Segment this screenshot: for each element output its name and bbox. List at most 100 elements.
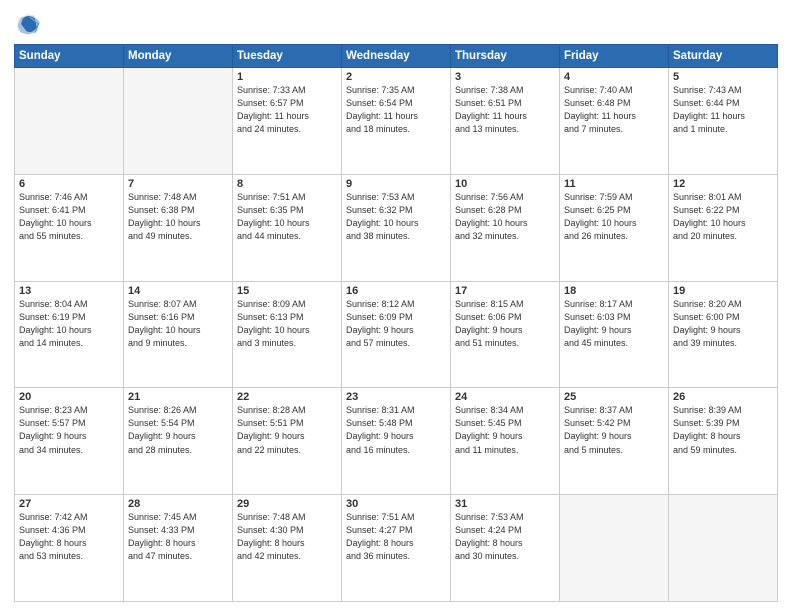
day-number: 5 (673, 71, 773, 83)
calendar-cell: 17Sunrise: 8:15 AM Sunset: 6:06 PM Dayli… (451, 281, 560, 388)
calendar-cell: 9Sunrise: 7:53 AM Sunset: 6:32 PM Daylig… (342, 174, 451, 281)
weekday-header-wednesday: Wednesday (342, 45, 451, 68)
calendar-cell: 1Sunrise: 7:33 AM Sunset: 6:57 PM Daylig… (233, 68, 342, 175)
day-number: 24 (455, 391, 555, 403)
day-number: 25 (564, 391, 664, 403)
calendar-cell (124, 68, 233, 175)
day-number: 27 (19, 498, 119, 510)
day-number: 9 (346, 178, 446, 190)
weekday-header-row: SundayMondayTuesdayWednesdayThursdayFrid… (15, 45, 778, 68)
day-number: 1 (237, 71, 337, 83)
day-number: 7 (128, 178, 228, 190)
day-detail: Sunrise: 8:23 AM Sunset: 5:57 PM Dayligh… (19, 404, 119, 456)
logo (14, 10, 46, 38)
day-detail: Sunrise: 8:17 AM Sunset: 6:03 PM Dayligh… (564, 298, 664, 350)
day-number: 18 (564, 285, 664, 297)
day-detail: Sunrise: 7:51 AM Sunset: 4:27 PM Dayligh… (346, 511, 446, 563)
day-detail: Sunrise: 7:42 AM Sunset: 4:36 PM Dayligh… (19, 511, 119, 563)
calendar-table: SundayMondayTuesdayWednesdayThursdayFrid… (14, 44, 778, 602)
day-detail: Sunrise: 7:46 AM Sunset: 6:41 PM Dayligh… (19, 191, 119, 243)
day-detail: Sunrise: 7:48 AM Sunset: 4:30 PM Dayligh… (237, 511, 337, 563)
day-number: 13 (19, 285, 119, 297)
day-detail: Sunrise: 8:26 AM Sunset: 5:54 PM Dayligh… (128, 404, 228, 456)
day-detail: Sunrise: 7:38 AM Sunset: 6:51 PM Dayligh… (455, 84, 555, 136)
calendar-cell: 10Sunrise: 7:56 AM Sunset: 6:28 PM Dayli… (451, 174, 560, 281)
calendar-week-3: 13Sunrise: 8:04 AM Sunset: 6:19 PM Dayli… (15, 281, 778, 388)
day-detail: Sunrise: 8:07 AM Sunset: 6:16 PM Dayligh… (128, 298, 228, 350)
calendar-cell: 24Sunrise: 8:34 AM Sunset: 5:45 PM Dayli… (451, 388, 560, 495)
day-detail: Sunrise: 7:40 AM Sunset: 6:48 PM Dayligh… (564, 84, 664, 136)
calendar-cell: 3Sunrise: 7:38 AM Sunset: 6:51 PM Daylig… (451, 68, 560, 175)
calendar-cell: 15Sunrise: 8:09 AM Sunset: 6:13 PM Dayli… (233, 281, 342, 388)
calendar-cell: 27Sunrise: 7:42 AM Sunset: 4:36 PM Dayli… (15, 495, 124, 602)
day-detail: Sunrise: 7:56 AM Sunset: 6:28 PM Dayligh… (455, 191, 555, 243)
weekday-header-sunday: Sunday (15, 45, 124, 68)
day-detail: Sunrise: 8:39 AM Sunset: 5:39 PM Dayligh… (673, 404, 773, 456)
day-detail: Sunrise: 7:53 AM Sunset: 6:32 PM Dayligh… (346, 191, 446, 243)
day-detail: Sunrise: 8:09 AM Sunset: 6:13 PM Dayligh… (237, 298, 337, 350)
day-number: 12 (673, 178, 773, 190)
day-number: 8 (237, 178, 337, 190)
calendar-cell: 7Sunrise: 7:48 AM Sunset: 6:38 PM Daylig… (124, 174, 233, 281)
day-detail: Sunrise: 8:34 AM Sunset: 5:45 PM Dayligh… (455, 404, 555, 456)
day-detail: Sunrise: 7:48 AM Sunset: 6:38 PM Dayligh… (128, 191, 228, 243)
calendar-cell (560, 495, 669, 602)
calendar-cell: 12Sunrise: 8:01 AM Sunset: 6:22 PM Dayli… (669, 174, 778, 281)
calendar-cell: 26Sunrise: 8:39 AM Sunset: 5:39 PM Dayli… (669, 388, 778, 495)
day-number: 3 (455, 71, 555, 83)
day-detail: Sunrise: 7:45 AM Sunset: 4:33 PM Dayligh… (128, 511, 228, 563)
day-detail: Sunrise: 7:43 AM Sunset: 6:44 PM Dayligh… (673, 84, 773, 136)
calendar-cell: 21Sunrise: 8:26 AM Sunset: 5:54 PM Dayli… (124, 388, 233, 495)
calendar-cell: 6Sunrise: 7:46 AM Sunset: 6:41 PM Daylig… (15, 174, 124, 281)
calendar-cell: 19Sunrise: 8:20 AM Sunset: 6:00 PM Dayli… (669, 281, 778, 388)
day-number: 20 (19, 391, 119, 403)
day-number: 17 (455, 285, 555, 297)
day-number: 19 (673, 285, 773, 297)
day-detail: Sunrise: 8:01 AM Sunset: 6:22 PM Dayligh… (673, 191, 773, 243)
calendar-cell: 31Sunrise: 7:53 AM Sunset: 4:24 PM Dayli… (451, 495, 560, 602)
day-detail: Sunrise: 8:31 AM Sunset: 5:48 PM Dayligh… (346, 404, 446, 456)
day-number: 31 (455, 498, 555, 510)
calendar-week-4: 20Sunrise: 8:23 AM Sunset: 5:57 PM Dayli… (15, 388, 778, 495)
calendar-cell: 18Sunrise: 8:17 AM Sunset: 6:03 PM Dayli… (560, 281, 669, 388)
weekday-header-tuesday: Tuesday (233, 45, 342, 68)
logo-icon (14, 10, 42, 38)
calendar-cell: 8Sunrise: 7:51 AM Sunset: 6:35 PM Daylig… (233, 174, 342, 281)
day-detail: Sunrise: 8:37 AM Sunset: 5:42 PM Dayligh… (564, 404, 664, 456)
weekday-header-saturday: Saturday (669, 45, 778, 68)
day-detail: Sunrise: 8:15 AM Sunset: 6:06 PM Dayligh… (455, 298, 555, 350)
calendar-week-1: 1Sunrise: 7:33 AM Sunset: 6:57 PM Daylig… (15, 68, 778, 175)
day-number: 23 (346, 391, 446, 403)
day-detail: Sunrise: 8:12 AM Sunset: 6:09 PM Dayligh… (346, 298, 446, 350)
calendar-week-5: 27Sunrise: 7:42 AM Sunset: 4:36 PM Dayli… (15, 495, 778, 602)
day-number: 15 (237, 285, 337, 297)
day-detail: Sunrise: 8:04 AM Sunset: 6:19 PM Dayligh… (19, 298, 119, 350)
calendar-cell: 16Sunrise: 8:12 AM Sunset: 6:09 PM Dayli… (342, 281, 451, 388)
calendar-cell: 28Sunrise: 7:45 AM Sunset: 4:33 PM Dayli… (124, 495, 233, 602)
day-number: 16 (346, 285, 446, 297)
calendar-cell: 30Sunrise: 7:51 AM Sunset: 4:27 PM Dayli… (342, 495, 451, 602)
weekday-header-monday: Monday (124, 45, 233, 68)
calendar-cell: 20Sunrise: 8:23 AM Sunset: 5:57 PM Dayli… (15, 388, 124, 495)
calendar-week-2: 6Sunrise: 7:46 AM Sunset: 6:41 PM Daylig… (15, 174, 778, 281)
calendar-cell: 13Sunrise: 8:04 AM Sunset: 6:19 PM Dayli… (15, 281, 124, 388)
weekday-header-thursday: Thursday (451, 45, 560, 68)
calendar-cell: 5Sunrise: 7:43 AM Sunset: 6:44 PM Daylig… (669, 68, 778, 175)
calendar-cell: 25Sunrise: 8:37 AM Sunset: 5:42 PM Dayli… (560, 388, 669, 495)
day-detail: Sunrise: 7:51 AM Sunset: 6:35 PM Dayligh… (237, 191, 337, 243)
calendar-cell: 29Sunrise: 7:48 AM Sunset: 4:30 PM Dayli… (233, 495, 342, 602)
day-number: 30 (346, 498, 446, 510)
calendar-cell: 4Sunrise: 7:40 AM Sunset: 6:48 PM Daylig… (560, 68, 669, 175)
day-number: 29 (237, 498, 337, 510)
calendar-cell: 22Sunrise: 8:28 AM Sunset: 5:51 PM Dayli… (233, 388, 342, 495)
day-detail: Sunrise: 7:53 AM Sunset: 4:24 PM Dayligh… (455, 511, 555, 563)
page: SundayMondayTuesdayWednesdayThursdayFrid… (0, 0, 792, 612)
day-number: 10 (455, 178, 555, 190)
day-number: 6 (19, 178, 119, 190)
day-number: 2 (346, 71, 446, 83)
calendar-cell: 2Sunrise: 7:35 AM Sunset: 6:54 PM Daylig… (342, 68, 451, 175)
day-detail: Sunrise: 8:28 AM Sunset: 5:51 PM Dayligh… (237, 404, 337, 456)
calendar-cell: 23Sunrise: 8:31 AM Sunset: 5:48 PM Dayli… (342, 388, 451, 495)
day-detail: Sunrise: 7:35 AM Sunset: 6:54 PM Dayligh… (346, 84, 446, 136)
weekday-header-friday: Friday (560, 45, 669, 68)
